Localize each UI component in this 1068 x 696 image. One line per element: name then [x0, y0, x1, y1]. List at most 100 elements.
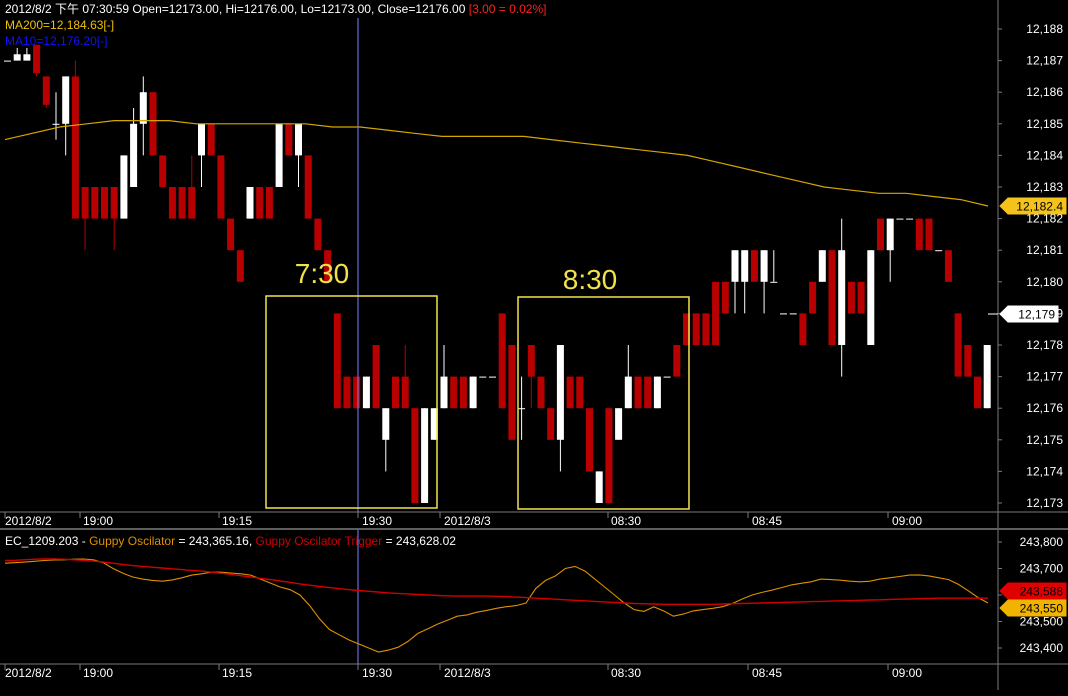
osc-title: EC_1209.203 -	[5, 534, 89, 548]
legend-trigger-name: Guppy Oscilator Trigger	[256, 534, 386, 548]
candle-up	[275, 123, 283, 187]
candle-down	[673, 345, 681, 377]
guppy-oscillator-line	[4, 558, 989, 653]
candle-down	[828, 250, 836, 345]
candle-down	[392, 376, 399, 409]
candle-down	[586, 408, 593, 472]
price-y-tick-label: 12,173	[1026, 496, 1063, 510]
candle-up	[556, 345, 564, 440]
osc-x-tick-label: 2012/8/2	[5, 666, 52, 680]
candle-up	[362, 376, 370, 409]
trigger-value-tag: 243,588	[1020, 585, 1064, 599]
price-y-tick-label: 12,181	[1026, 243, 1063, 257]
candle-down	[712, 281, 720, 345]
price-x-tick-label: 08:45	[752, 514, 782, 528]
candle-up	[838, 250, 846, 345]
candle-down	[304, 155, 312, 219]
price-y-tick-label: 12,187	[1026, 54, 1063, 68]
price-x-tick-label: 19:15	[222, 514, 252, 528]
legend-guppy-value: = 243,365.16,	[178, 534, 255, 548]
price-pane: 12,173 12,174 12,175 12,176 12,177 12,178 12,1…	[0, 0, 1068, 530]
candle-down	[236, 250, 244, 282]
price-x-tick-label: 2012/8/2	[5, 514, 52, 528]
candle-up	[489, 376, 496, 378]
annotation-label: 7:30	[295, 258, 350, 289]
price-y-tick-label: 12,188	[1026, 22, 1063, 36]
ma200-legend: MA200=12,184.63[-]	[5, 18, 115, 32]
candle-up	[246, 187, 254, 219]
candle-up	[731, 250, 739, 282]
candle-up	[295, 123, 302, 156]
oscillator-pane: 2012/8/2 19:00 19:15 19:30 2012/8/3 08:30 08:4…	[0, 530, 1068, 690]
trading-chart: 12,173 12,174 12,175 12,176 12,177 12,178 12,1…	[0, 0, 1068, 690]
candle-up	[867, 250, 875, 345]
candle-up	[896, 218, 904, 220]
annotation-label: 8:30	[563, 264, 618, 295]
osc-x-tick-label: 08:30	[611, 666, 641, 680]
candle-down	[333, 313, 341, 409]
candle-down	[750, 250, 758, 282]
candle-down	[372, 345, 380, 409]
candle-down	[799, 313, 807, 345]
candle-down	[101, 187, 108, 219]
candle-down	[285, 123, 293, 156]
candle-down	[459, 376, 467, 409]
osc-y-tick-label: 243,500	[1020, 615, 1064, 629]
price-change-readout: [3.00 = 0.02%]	[468, 2, 547, 16]
candle-up	[62, 76, 70, 124]
price-x-tick-label: 08:30	[611, 514, 641, 528]
candle-down	[81, 187, 89, 219]
legend-guppy-name: Guppy Oscilator	[89, 534, 178, 548]
candle-down	[964, 345, 972, 377]
candle-down	[566, 376, 574, 409]
candle-down	[401, 376, 409, 409]
candle-down	[256, 187, 264, 219]
candle-down	[537, 376, 545, 409]
candle-up	[469, 376, 477, 409]
price-header: 2012/8/2 下午 07:30:59 Open=12173.00, Hi=1…	[5, 2, 546, 16]
candle-up	[382, 408, 390, 440]
candle-down	[343, 376, 351, 409]
candle-up	[4, 60, 11, 62]
candle-up	[130, 123, 138, 187]
candle-down	[605, 408, 613, 503]
candle-down	[42, 76, 50, 105]
candle-down	[498, 313, 506, 409]
osc-x-tick-label: 09:00	[892, 666, 922, 680]
candle-down	[974, 376, 981, 409]
candle-down	[450, 376, 458, 409]
candle-up	[421, 408, 429, 503]
price-y-tick-label: 12,186	[1026, 85, 1063, 99]
price-x-tick-label: 19:00	[83, 514, 113, 528]
candle-down	[353, 376, 361, 409]
highlight-box	[265, 295, 438, 509]
guppy-value-tag: 243,550	[1020, 602, 1064, 616]
legend-trigger-value: = 243,628.02	[386, 534, 457, 548]
price-y-tick-label: 12,174	[1026, 464, 1063, 478]
candle-down	[217, 155, 225, 219]
candle-up	[615, 408, 623, 440]
candle-down	[692, 313, 700, 345]
candle-up	[518, 408, 526, 410]
candle-up	[440, 376, 448, 409]
candle-up	[139, 92, 147, 124]
candle-up	[120, 155, 128, 219]
osc-x-tick-label: 19:15	[222, 666, 252, 680]
osc-y-tick-label: 243,800	[1020, 535, 1064, 549]
price-y-tick-label: 12,183	[1026, 180, 1063, 194]
osc-y-tick-label: 243,400	[1020, 641, 1064, 655]
price-y-tick-label: 12,177	[1026, 370, 1063, 384]
candle-up	[198, 123, 205, 156]
price-x-tick-label: 09:00	[892, 514, 922, 528]
candle-up	[760, 250, 768, 282]
candle-down	[178, 187, 186, 219]
ma200-value-tag: 12,182.4	[1016, 200, 1063, 214]
guppy-trigger-line	[4, 558, 988, 605]
candle-down	[188, 187, 196, 219]
candle-up	[741, 250, 749, 282]
ohlc-readout: 2012/8/2 下午 07:30:59 Open=12173.00, Hi=1…	[5, 2, 466, 16]
candle-down	[925, 218, 933, 251]
candle-down	[944, 250, 952, 282]
osc-x-tick-label: 19:30	[362, 666, 392, 680]
candle-up	[23, 54, 31, 61]
